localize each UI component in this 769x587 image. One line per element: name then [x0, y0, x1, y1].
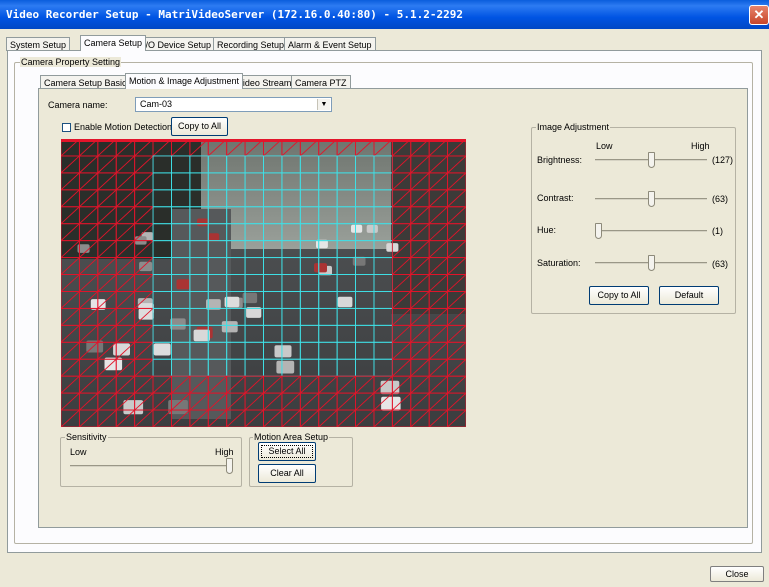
motion-grid-overlay[interactable] — [61, 139, 466, 427]
window-title: Video Recorder Setup - MatriVideoServer … — [6, 8, 463, 21]
subtab-motion-image-adjustment[interactable]: Motion & Image Adjustment — [125, 73, 244, 89]
scene-vehicle — [381, 396, 401, 411]
scene-vehicle — [123, 400, 144, 415]
camera-name-value: Cam-03 — [140, 99, 173, 109]
hue-value: (1) — [712, 226, 723, 236]
hue-slider-thumb[interactable] — [595, 223, 602, 239]
close-button[interactable]: Close — [710, 566, 764, 582]
contrast-value: (63) — [712, 194, 729, 204]
image-adjustment-label: Image Adjustment — [536, 122, 611, 132]
scene-vehicle — [352, 256, 366, 266]
close-icon: ✕ — [753, 7, 765, 22]
sensitivity-low-label: Low — [70, 447, 87, 457]
default-button[interactable]: Default — [659, 286, 719, 305]
scene-vehicle — [176, 279, 191, 290]
scene-vehicle — [139, 261, 153, 272]
scene-vehicle — [337, 296, 353, 308]
chevron-down-icon[interactable]: ▼ — [317, 99, 330, 110]
right-building — [391, 139, 466, 314]
camera-name-select[interactable]: Cam-03 ▼ — [135, 97, 332, 112]
hue-slider-track[interactable] — [595, 230, 707, 232]
image-adjustment-low-label: Low — [596, 141, 613, 151]
tab-io-device-setup[interactable]: I/O Device Setup — [139, 37, 216, 51]
scene-vehicle — [366, 224, 378, 233]
subtab-camera-ptz[interactable]: Camera PTZ — [291, 75, 351, 89]
tab-camera-setup[interactable]: Camera Setup — [80, 35, 147, 51]
scene-vehicle — [380, 380, 400, 395]
subtab-camera-setup-basic[interactable]: Camera Setup Basic — [40, 75, 131, 89]
scene-vehicle — [276, 360, 295, 374]
saturation-value: (63) — [712, 259, 729, 269]
camera-name-label: Camera name: — [48, 100, 108, 110]
sensitivity-group — [60, 437, 242, 487]
saturation-label: Saturation: — [537, 258, 581, 268]
contrast-label: Contrast: — [537, 193, 574, 203]
contrast-slider-thumb[interactable] — [647, 191, 655, 207]
scene-vehicle — [153, 343, 171, 356]
clear-all-button[interactable]: Clear All — [258, 464, 316, 483]
tab-alarm-event-setup[interactable]: Alarm & Event Setup — [284, 37, 376, 51]
title-bar: Video Recorder Setup - MatriVideoServer … — [0, 0, 769, 29]
scene-vehicle — [351, 224, 363, 233]
enable-motion-label: Enable Motion Detection — [74, 122, 173, 132]
tab-system-setup[interactable]: System Setup — [6, 37, 71, 51]
brightness-label: Brightness: — [537, 155, 583, 165]
motion-grid-top-edge — [61, 139, 466, 142]
sensitivity-slider-thumb[interactable] — [226, 458, 233, 474]
scene-vehicle — [193, 329, 210, 342]
sensitivity-high-label: High — [215, 447, 234, 457]
scene-vehicle — [274, 345, 292, 358]
scene-vehicle — [197, 218, 208, 227]
brightness-value: (127) — [712, 155, 734, 165]
motion-area-label: Motion Area Setup — [253, 432, 330, 442]
scene-vehicle — [170, 318, 186, 330]
saturation-slider-thumb[interactable] — [647, 255, 655, 271]
image-copy-to-all-button[interactable]: Copy to All — [589, 286, 649, 305]
enable-motion-checkbox[interactable] — [62, 123, 71, 132]
hue-label: Hue: — [537, 225, 557, 235]
camera-video-preview[interactable] — [61, 139, 466, 427]
motion-copy-to-all-button[interactable]: Copy to All — [171, 117, 228, 136]
select-all-button[interactable]: Select All — [258, 442, 316, 461]
brightness-slider-thumb[interactable] — [647, 152, 655, 168]
window-close-button[interactable]: ✕ — [749, 5, 769, 25]
tab-recording-setup[interactable]: Recording Setup — [213, 37, 289, 51]
camera-property-label: Camera Property Setting — [20, 57, 122, 67]
scene-vehicle — [221, 321, 238, 333]
image-adjustment-high-label: High — [691, 141, 710, 151]
sensitivity-label: Sensitivity — [65, 432, 108, 442]
sensitivity-slider-track[interactable] — [70, 465, 233, 467]
scene-vehicle — [314, 263, 327, 273]
